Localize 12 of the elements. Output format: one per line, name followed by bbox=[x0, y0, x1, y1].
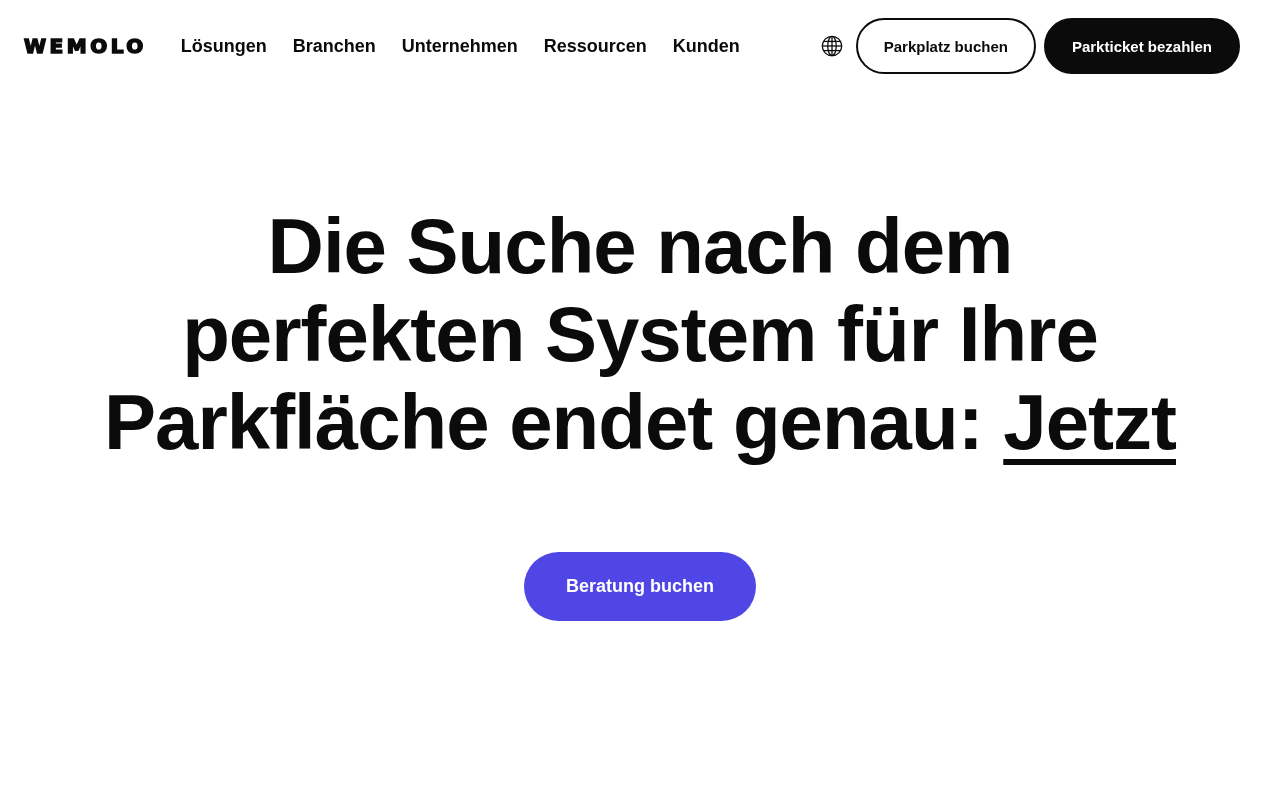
nav-link[interactable]: Branchen bbox=[292, 35, 376, 57]
nav-link[interactable]: Unternehmen bbox=[401, 35, 518, 57]
nav-link[interactable]: Kunden bbox=[672, 35, 740, 57]
hero-headline: Die Suche nach dem perfekten System für Ihre Parkfläche endet genau: Jetzt bbox=[103, 202, 1177, 466]
nav-link[interactable]: Ressourcen bbox=[543, 35, 647, 57]
pay-ticket-button[interactable]: Parkticket bezahlen bbox=[1043, 18, 1240, 74]
globe-icon[interactable] bbox=[820, 35, 843, 57]
nav-link[interactable]: Lösungen bbox=[180, 35, 267, 57]
logo[interactable]: WEMOLO bbox=[24, 35, 147, 57]
headline-link[interactable]: Jetzt bbox=[1003, 378, 1176, 466]
book-parking-button[interactable]: Parkplatz buchen bbox=[855, 18, 1036, 74]
book-consultation-button[interactable]: Beratung buchen bbox=[524, 552, 756, 621]
